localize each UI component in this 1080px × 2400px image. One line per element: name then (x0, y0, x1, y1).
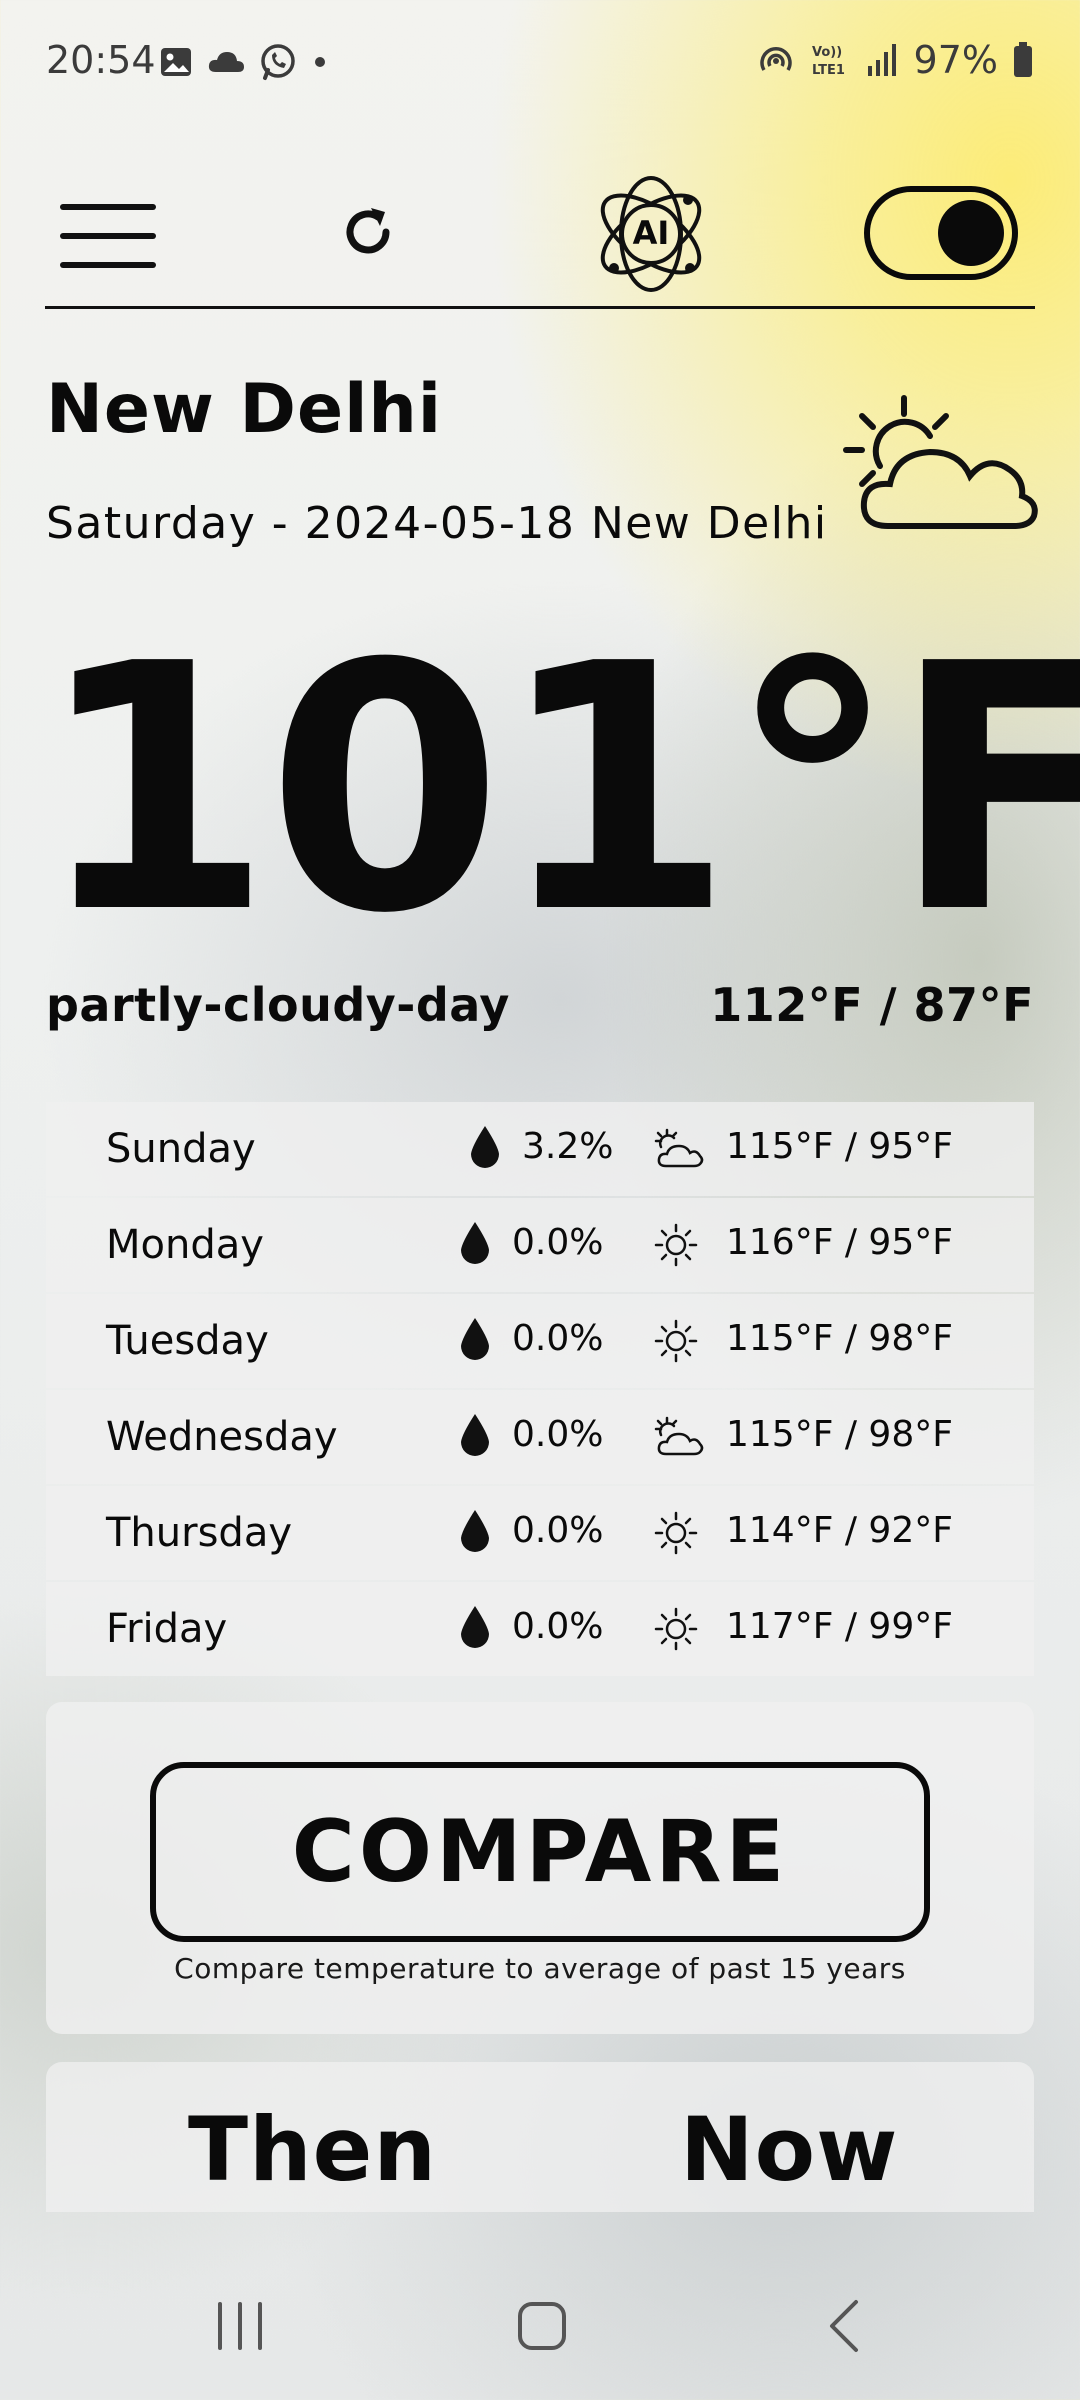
sun-icon (654, 1607, 698, 1651)
svg-text:Vo)): Vo)) (812, 45, 842, 60)
then-label: Then (188, 2098, 438, 2201)
raindrop-icon (461, 1606, 489, 1648)
toggle-knob (938, 200, 1004, 266)
raindrop-icon (461, 1414, 489, 1456)
forecast-day: Wednesday (106, 1414, 338, 1460)
forecast-range: 114°F / 92°F (726, 1510, 953, 1551)
forecast-range: 116°F / 95°F (726, 1222, 953, 1263)
cloud-icon (208, 52, 244, 72)
partly-cloudy-day-icon (843, 395, 1038, 529)
recent-apps-button[interactable] (210, 2296, 270, 2356)
forecast-row: Thursday 0.0% 114°F / 92°F (46, 1486, 1034, 1580)
forecast-row: Friday 0.0% 117°F / 99°F (46, 1582, 1034, 1676)
refresh-icon[interactable] (338, 202, 398, 262)
forecast-precip: 0.0% (512, 1222, 604, 1263)
dot-icon (315, 57, 325, 67)
forecast-precip: 0.0% (512, 1606, 604, 1647)
theme-toggle[interactable] (864, 186, 1018, 280)
status-right-group: Vo)) LTE1 97% (756, 38, 1034, 82)
forecast-day: Monday (106, 1222, 264, 1268)
forecast-day: Friday (106, 1606, 228, 1652)
partly-cloudy-icon (654, 1128, 704, 1168)
sun-icon (654, 1319, 698, 1363)
battery-percent: 97% (913, 38, 998, 82)
forecast-day: Tuesday (106, 1318, 269, 1364)
raindrop-icon (461, 1510, 489, 1552)
compare-caption: Compare temperature to average of past 1… (174, 1952, 906, 1985)
high-low-temperature: 112°F / 87°F (710, 978, 1034, 1032)
forecast-precip: 0.0% (512, 1510, 604, 1551)
raindrop-icon (471, 1126, 499, 1168)
city-name: New Delhi (46, 370, 443, 449)
home-button[interactable] (512, 2296, 572, 2356)
forecast-range: 115°F / 95°F (726, 1126, 953, 1167)
forecast-row: Sunday 3.2% 115°F / 95°F (46, 1102, 1034, 1196)
compare-button[interactable]: COMPARE (150, 1762, 930, 1942)
sun-icon (654, 1511, 698, 1555)
forecast-list: Sunday 3.2% 115°F / 95°F Monday 0.0% 116… (46, 1102, 1034, 1678)
forecast-precip: 0.0% (512, 1414, 604, 1455)
raindrop-icon (461, 1318, 489, 1360)
now-label: Now (680, 2098, 899, 2201)
svg-text:LTE1: LTE1 (812, 63, 845, 78)
forecast-precip: 0.0% (512, 1318, 604, 1359)
forecast-row: Tuesday 0.0% 115°F / 98°F (46, 1294, 1034, 1388)
forecast-row: Wednesday 0.0% 115°F / 98°F (46, 1390, 1034, 1484)
forecast-day: Thursday (106, 1510, 292, 1556)
date-line: Saturday - 2024-05-18 New Delhi (46, 498, 828, 549)
ai-logo[interactable]: AI (592, 172, 710, 296)
forecast-precip: 3.2% (522, 1126, 614, 1167)
sun-icon (654, 1223, 698, 1267)
forecast-range: 117°F / 99°F (726, 1606, 953, 1647)
current-condition: partly-cloudy-day (46, 978, 510, 1032)
menu-bar (60, 204, 156, 210)
menu-bar (60, 262, 156, 268)
gallery-icon (161, 48, 191, 76)
raindrop-icon (461, 1222, 489, 1264)
current-temperature: 101°F (36, 592, 1080, 988)
whatsapp-icon (261, 44, 295, 80)
back-button[interactable] (816, 2296, 876, 2356)
forecast-day: Sunday (106, 1126, 256, 1172)
status-notification-icons (158, 42, 330, 82)
hamburger-menu-button[interactable] (60, 200, 156, 272)
ai-logo-text: AI (632, 214, 670, 252)
status-time: 20:54 (46, 38, 156, 82)
hotspot-icon (759, 47, 792, 71)
forecast-range: 115°F / 98°F (726, 1318, 953, 1359)
forecast-row: Monday 0.0% 116°F / 95°F (46, 1198, 1034, 1292)
partly-cloudy-icon (654, 1416, 704, 1456)
menu-bar (60, 233, 156, 239)
signal-icon (867, 44, 896, 76)
header-divider (45, 306, 1035, 309)
forecast-range: 115°F / 98°F (726, 1414, 953, 1455)
battery-icon (1014, 42, 1032, 77)
volte-icon: Vo)) LTE1 (812, 45, 845, 78)
